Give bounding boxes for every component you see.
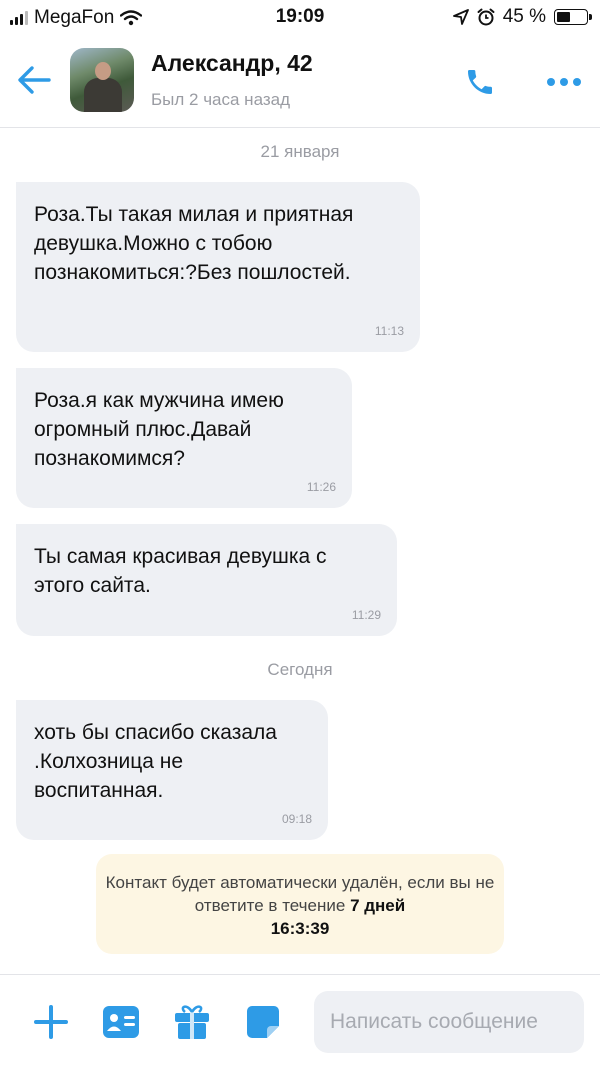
message-bubble[interactable]: Роза.Ты такая милая и приятная девушка.М…	[16, 182, 420, 352]
battery-percent: 45 %	[502, 6, 546, 27]
contact-card-icon	[103, 1006, 139, 1038]
message-time: 11:29	[351, 608, 381, 622]
message-bubble[interactable]: Ты самая красивая девушка с этого сайта.…	[16, 524, 397, 636]
message-time: 11:26	[306, 480, 336, 494]
notice-text: Контакт будет автоматически удалён, если…	[105, 873, 495, 915]
notice-days: 7 дней	[350, 896, 406, 915]
message-bubble[interactable]: Роза.я как мужчина имею огромный плюс.Да…	[16, 368, 352, 508]
contact-name[interactable]: Александр, 42	[151, 50, 313, 77]
status-bar: MegaFon 19:09 45 %	[0, 0, 600, 36]
chat-header: Александр, 42 Был 2 часа назад	[0, 36, 600, 128]
back-button[interactable]	[14, 60, 54, 100]
date-separator: Сегодня	[267, 660, 333, 679]
message-text: Ты самая красивая девушка с этого сайта.	[34, 545, 327, 597]
share-contact-button[interactable]	[101, 1002, 141, 1042]
avatar[interactable]	[70, 48, 134, 112]
battery-fill	[557, 12, 570, 22]
notice-countdown: 16:3:39	[270, 919, 330, 938]
location-icon	[452, 9, 469, 25]
alarm-icon	[477, 8, 495, 26]
status-right: 45 %	[452, 6, 592, 28]
plus-icon	[34, 1005, 68, 1039]
sticker-button[interactable]	[243, 1002, 283, 1042]
gift-icon	[175, 1005, 209, 1039]
more-icon[interactable]	[542, 62, 586, 102]
contact-status: Был 2 часа назад	[151, 90, 291, 109]
message-time: 11:13	[374, 324, 404, 338]
message-text: Роза.я как мужчина имею огромный плюс.Да…	[34, 389, 284, 470]
message-composer	[0, 974, 600, 1066]
back-arrow-icon	[18, 66, 51, 94]
message-time: 09:18	[281, 812, 312, 826]
phone-icon	[468, 70, 492, 94]
attach-button[interactable]	[31, 1002, 71, 1042]
date-separator: 21 января	[260, 142, 340, 161]
auto-delete-notice: Контакт будет автоматически удалён, если…	[96, 854, 504, 954]
battery-icon	[554, 9, 592, 25]
message-text: Роза.Ты такая милая и приятная девушка.М…	[34, 203, 354, 284]
message-input[interactable]	[314, 991, 584, 1053]
message-text: хоть бы спасибо сказала .Колхозница не в…	[34, 721, 277, 802]
message-bubble[interactable]: хоть бы спасибо сказала .Колхозница не в…	[16, 700, 328, 840]
gift-button[interactable]	[172, 1002, 212, 1042]
call-button[interactable]	[460, 62, 500, 102]
sticker-icon	[247, 1006, 279, 1038]
